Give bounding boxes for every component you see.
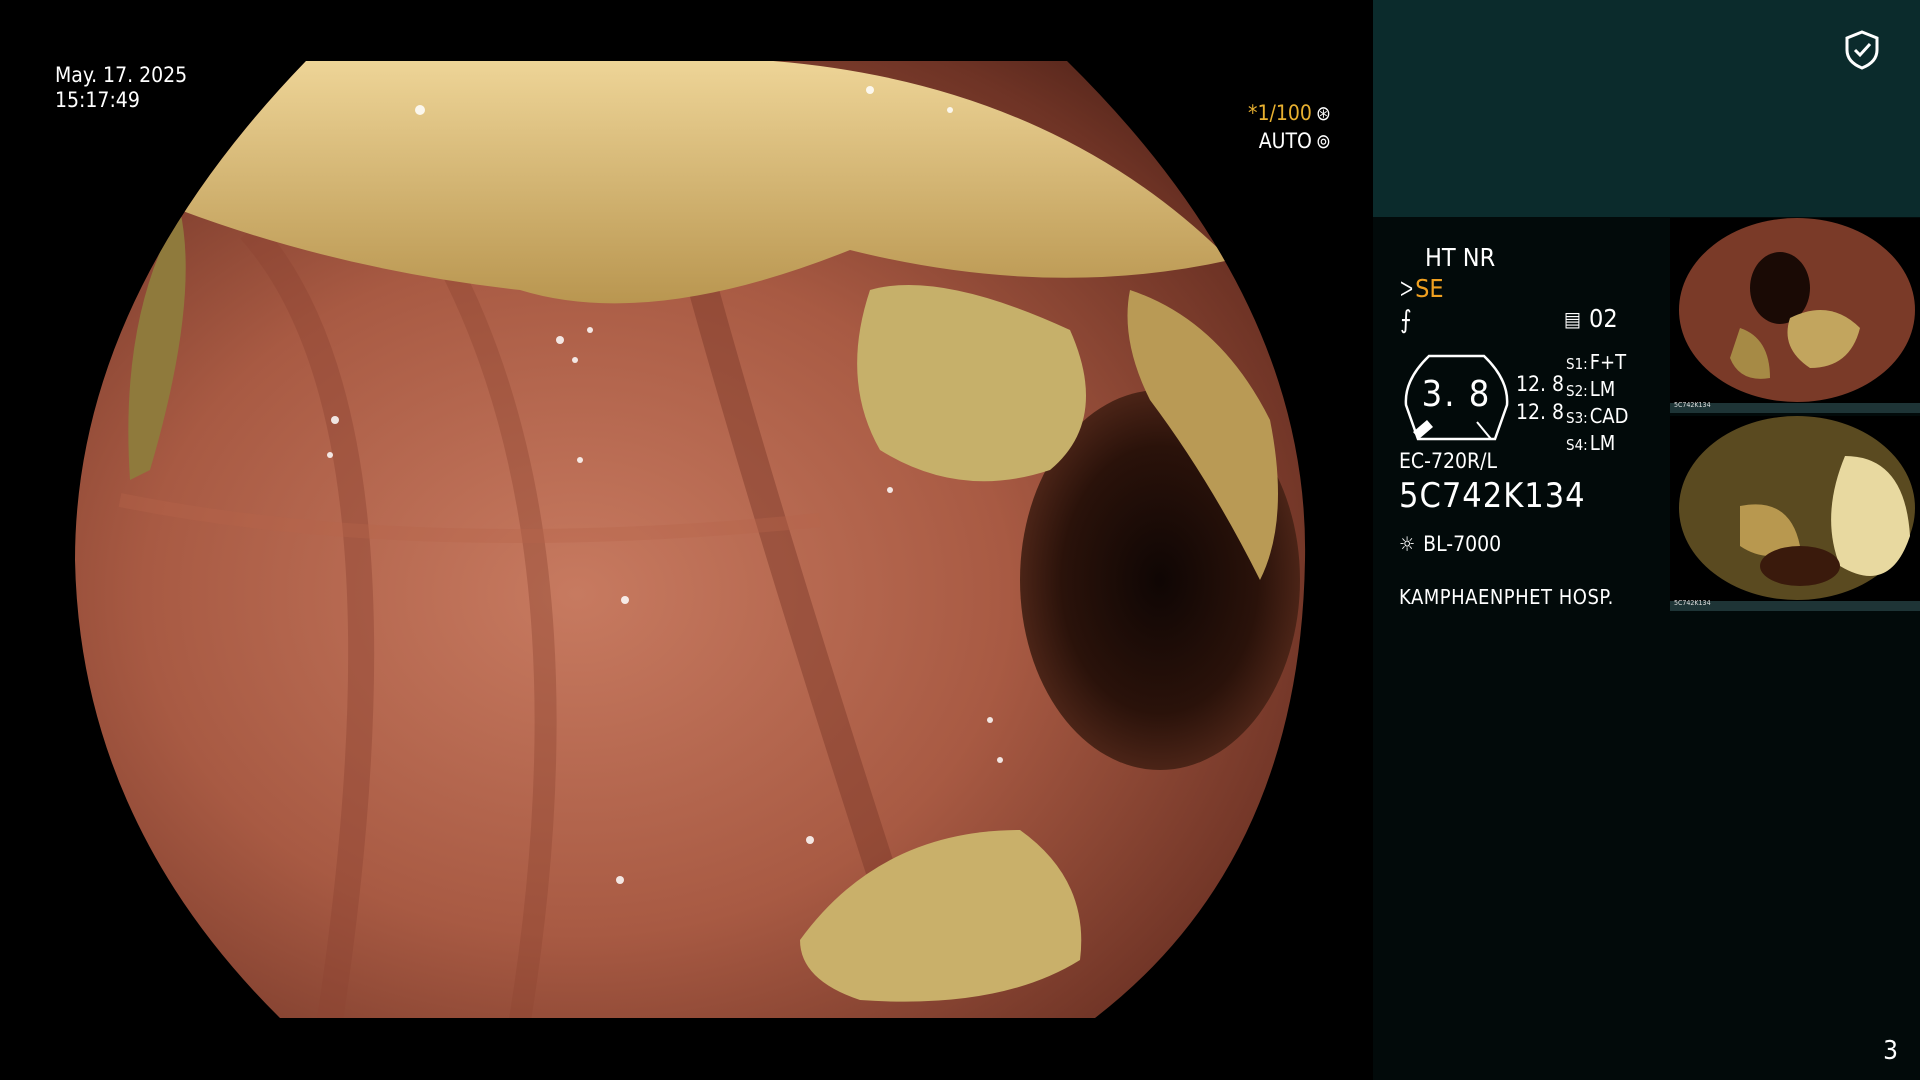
light-source-row: ☼ BL-7000 bbox=[1399, 530, 1501, 558]
scope-serial: 5C742K134 bbox=[1399, 476, 1586, 516]
thumbnail-caption: 5C742K134 bbox=[1674, 599, 1711, 607]
structure-enhancement-row: ᐳ SE bbox=[1400, 275, 1444, 303]
page-number: 3 bbox=[1883, 1036, 1898, 1066]
thumbnail-image bbox=[1679, 218, 1915, 402]
date-time-readout: May. 17. 2025 15:17:49 bbox=[55, 63, 187, 113]
iris-row: AUTO ⊚ bbox=[1248, 127, 1331, 155]
shield-check-icon bbox=[1845, 30, 1879, 70]
scope-model: EC-720R/L bbox=[1399, 449, 1498, 473]
capture-thumbnail[interactable]: 5C742K134 bbox=[1670, 416, 1920, 611]
date-text: May. 17. 2025 bbox=[55, 63, 188, 87]
switch-item: S1: F+T bbox=[1566, 350, 1627, 374]
enhancement-mode: HT NR bbox=[1425, 243, 1496, 272]
hospital-name: KAMPHAENPHET HOSP. bbox=[1399, 585, 1614, 609]
memory-count: 02 bbox=[1589, 304, 1618, 333]
switch-item: S2: LM bbox=[1566, 377, 1616, 401]
light-source-model: BL-7000 bbox=[1423, 532, 1502, 556]
thumbnail-image bbox=[1679, 416, 1915, 600]
structure-icon: ᐳ bbox=[1400, 277, 1414, 301]
shutter-row: *1/100 ⊛ bbox=[1248, 99, 1331, 127]
time-text: 15:17:49 bbox=[55, 88, 140, 112]
iris-mode: AUTO bbox=[1258, 128, 1312, 153]
memory-icon: ▤ bbox=[1564, 307, 1582, 331]
structure-value: SE bbox=[1415, 274, 1444, 303]
thumbnail-caption: 5C742K134 bbox=[1674, 401, 1711, 409]
zoom-values: 12. 8 12. 8 bbox=[1516, 370, 1564, 426]
panel-header bbox=[1373, 0, 1920, 217]
iris-icon: ⊚ bbox=[1315, 128, 1331, 153]
gauge-value: 3. 8 bbox=[1421, 374, 1492, 415]
color-curve-icon: ⨍ bbox=[1400, 305, 1412, 334]
endoscope-image bbox=[75, 61, 1306, 1018]
switch-item: S4: LM bbox=[1566, 431, 1616, 455]
info-panel: HT NR ᐳ SE ⨍ ▤ 02 3. 8 12. 8 12. 8 S1: F+… bbox=[1373, 0, 1920, 1080]
zoom-value-2: 12. 8 bbox=[1516, 400, 1565, 424]
switch-item: S3: CAD bbox=[1566, 404, 1629, 428]
light-source-icon: ☼ bbox=[1399, 532, 1416, 556]
zoom-value-1: 12. 8 bbox=[1516, 372, 1565, 396]
switch-list: S1: F+T S2: LM S3: CAD S4: LM bbox=[1566, 350, 1628, 458]
memory-row: ▤ 02 bbox=[1564, 305, 1618, 333]
shutter-readout: *1/100 ⊛ AUTO ⊚ bbox=[1248, 99, 1331, 155]
endoscope-video-area: May. 17. 2025 15:17:49 *1/100 ⊛ AUTO ⊚ bbox=[0, 0, 1373, 1080]
aperture-icon: ⊛ bbox=[1315, 100, 1331, 125]
shutter-value: *1/100 bbox=[1248, 100, 1312, 125]
capture-thumbnail[interactable]: 5C742K134 bbox=[1670, 218, 1920, 413]
